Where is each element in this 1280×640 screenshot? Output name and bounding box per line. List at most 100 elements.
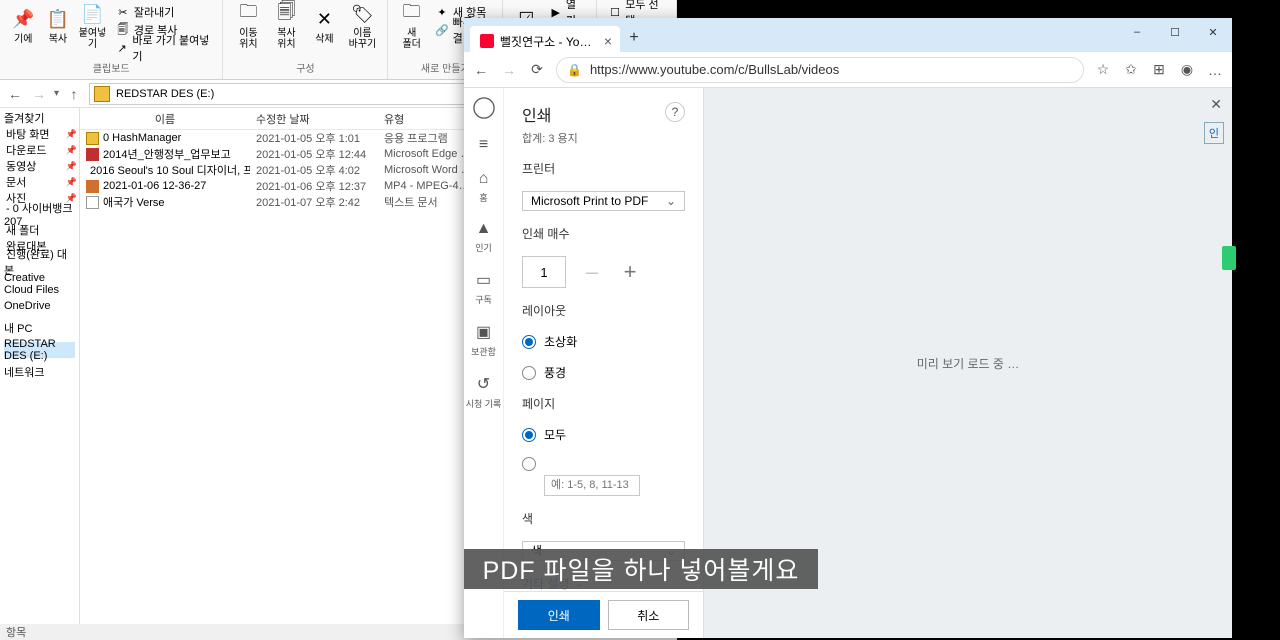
new-item-icon: ✦: [435, 5, 449, 19]
nav-item[interactable]: REDSTAR DES (E:): [4, 342, 75, 358]
browser-titlebar: 뻘짓연구소 - YouTube × + – ☐ ✕: [464, 18, 1232, 52]
copy-to-icon: 🗐: [274, 2, 298, 26]
select-all-icon: ☐: [609, 5, 621, 19]
lock-icon: 🔒: [567, 63, 582, 77]
tab-close-icon[interactable]: ×: [604, 33, 612, 49]
profile-icon[interactable]: ◉: [1178, 61, 1196, 79]
cut-icon: ✂: [116, 5, 130, 19]
nav-item[interactable]: 동영상📌: [4, 158, 75, 174]
nav-back-icon[interactable]: ←: [6, 85, 24, 103]
refresh-icon[interactable]: ⟳: [528, 61, 546, 79]
nav-pane: 즐겨찾기바탕 화면📌다운로드📌동영상📌문서📌사진📌- 0 사이버뱅크 207새 …: [0, 108, 80, 624]
maximize-button[interactable]: ☐: [1156, 18, 1194, 46]
new-tab-button[interactable]: +: [620, 24, 648, 52]
ribbon-copy-to-button[interactable]: 🗐복사위치: [269, 2, 303, 50]
move-to-icon: 🗀: [236, 2, 260, 26]
yt-rail-trending[interactable]: ▲인기: [464, 212, 504, 262]
back-icon[interactable]: ←: [472, 61, 490, 79]
copy-icon: 📋: [46, 8, 70, 32]
file-type-icon: [86, 196, 99, 209]
rename-icon: 🏷: [350, 2, 374, 26]
pin-icon: 📌: [64, 177, 77, 188]
collections-icon[interactable]: ⊞: [1150, 61, 1168, 79]
omnibox[interactable]: 🔒 https://www.youtube.com/c/BullsLab/vid…: [556, 57, 1084, 83]
printer-select[interactable]: Microsoft Print to PDF ⌄: [522, 191, 685, 211]
file-type-icon: [86, 180, 99, 193]
ribbon-paste-shortcut-button[interactable]: ↗바로 가기 붙여넣기: [116, 40, 211, 56]
yt-rail-library[interactable]: ▣보관함: [464, 314, 504, 366]
ribbon-group-label: 클립보드: [93, 58, 130, 77]
printer-value: Microsoft Print to PDF: [531, 194, 648, 208]
ribbon-group-label: 구성: [296, 58, 314, 77]
print-title: 인쇄: [522, 102, 551, 126]
subs-icon: ▭: [476, 270, 491, 290]
ribbon-rename-button[interactable]: 🏷이름바꾸기: [345, 2, 379, 50]
col-name[interactable]: 이름: [80, 111, 250, 127]
ribbon-cut-button[interactable]: ✂잘라내기: [116, 4, 211, 20]
pages-range-input[interactable]: [544, 475, 640, 495]
layout-landscape-radio[interactable]: 풍경: [522, 364, 685, 381]
open-icon: ▶: [550, 5, 562, 19]
status-text: 항목: [6, 624, 26, 640]
trending-icon: ▲: [476, 220, 492, 238]
nav-item[interactable]: 진행(완료) 대본: [4, 254, 75, 270]
delete-icon: ✕: [312, 8, 336, 32]
layout-portrait-radio[interactable]: 초상화: [522, 333, 685, 350]
yt-rail-home[interactable]: ⌂홈: [464, 162, 504, 212]
pages-all-radio[interactable]: 모두: [522, 426, 685, 443]
cancel-button[interactable]: 취소: [608, 600, 690, 630]
easy-access-icon: 🔗: [435, 23, 449, 37]
copies-minus-button[interactable]: –: [580, 260, 604, 284]
window-controls: – ☐ ✕: [1118, 18, 1232, 46]
nav-item[interactable]: 문서📌: [4, 174, 75, 190]
nav-item[interactable]: 내 PC: [4, 320, 75, 336]
print-button[interactable]: 인쇄: [518, 600, 600, 630]
address-box[interactable]: REDSTAR DES (E:) ▾: [89, 83, 487, 105]
favorites-bar-icon[interactable]: ✩: [1122, 61, 1140, 79]
nav-item[interactable]: - 0 사이버뱅크 207: [4, 206, 75, 222]
copies-plus-button[interactable]: +: [618, 260, 642, 284]
pages-range-radio[interactable]: [522, 457, 685, 471]
close-button[interactable]: ✕: [1194, 18, 1232, 46]
pin-icon: 📌: [64, 161, 77, 172]
youtube-logo-icon[interactable]: [464, 88, 504, 128]
ribbon-copy-button[interactable]: 📋복사: [43, 2, 74, 50]
ribbon-paste-button[interactable]: 📄붙여넣기: [77, 2, 108, 50]
favorite-icon[interactable]: ☆: [1094, 61, 1112, 79]
help-button[interactable]: ?: [665, 102, 685, 122]
ribbon-move-to-button[interactable]: 🗀이동위치: [231, 2, 265, 50]
browser-window: 뻘짓연구소 - YouTube × + – ☐ ✕ ← → ⟳ 🔒 https:…: [464, 18, 1232, 638]
paste-icon: 📄: [81, 2, 105, 26]
nav-item[interactable]: OneDrive: [4, 298, 75, 314]
browser-tab[interactable]: 뻘짓연구소 - YouTube ×: [470, 26, 620, 56]
nav-item[interactable]: 즐겨찾기: [4, 110, 75, 126]
history-chevron-icon[interactable]: ▾: [54, 88, 59, 99]
nav-item[interactable]: 바탕 화면📌: [4, 126, 75, 142]
nav-item[interactable]: 다운로드📌: [4, 142, 75, 158]
file-type-icon: [86, 148, 99, 161]
nav-item[interactable]: 새 폴더: [4, 222, 75, 238]
paste-shortcut-icon: ↗: [116, 41, 129, 55]
overflow-menu-icon[interactable]: …: [1206, 61, 1224, 79]
ribbon-group: 📌기에📋복사📄붙여넣기✂잘라내기🗐경로 복사↗바로 가기 붙여넣기클립보드: [0, 0, 223, 79]
nav-item[interactable]: 네트워크: [4, 364, 75, 380]
home-icon: ⌂: [479, 170, 489, 188]
nav-item[interactable]: Creative Cloud Files: [4, 276, 75, 292]
preview-close-icon[interactable]: ✕: [1210, 96, 1222, 113]
yt-rail-history[interactable]: ↺시청 기록: [464, 366, 504, 418]
minimize-button[interactable]: –: [1118, 18, 1156, 46]
nav-up-icon[interactable]: ↑: [65, 85, 83, 103]
ribbon-delete-button[interactable]: ✕삭제: [307, 2, 341, 50]
ribbon-pin-button[interactable]: 📌기에: [8, 2, 39, 50]
yt-rail-subs[interactable]: ▭구독: [464, 262, 504, 314]
copies-input[interactable]: [522, 256, 566, 288]
login-button[interactable]: 인: [1204, 122, 1224, 144]
library-icon: ▣: [476, 322, 491, 342]
yt-rail-menu[interactable]: ≡: [464, 128, 504, 162]
radio-icon: [522, 366, 536, 380]
nav-forward-icon: →: [30, 85, 48, 103]
ribbon-new-folder-button[interactable]: 🗀새폴더: [396, 2, 427, 50]
col-date[interactable]: 수정한 날짜: [250, 111, 378, 127]
menu-icon: ≡: [479, 136, 488, 154]
sign-chip-icon: [1222, 246, 1236, 270]
